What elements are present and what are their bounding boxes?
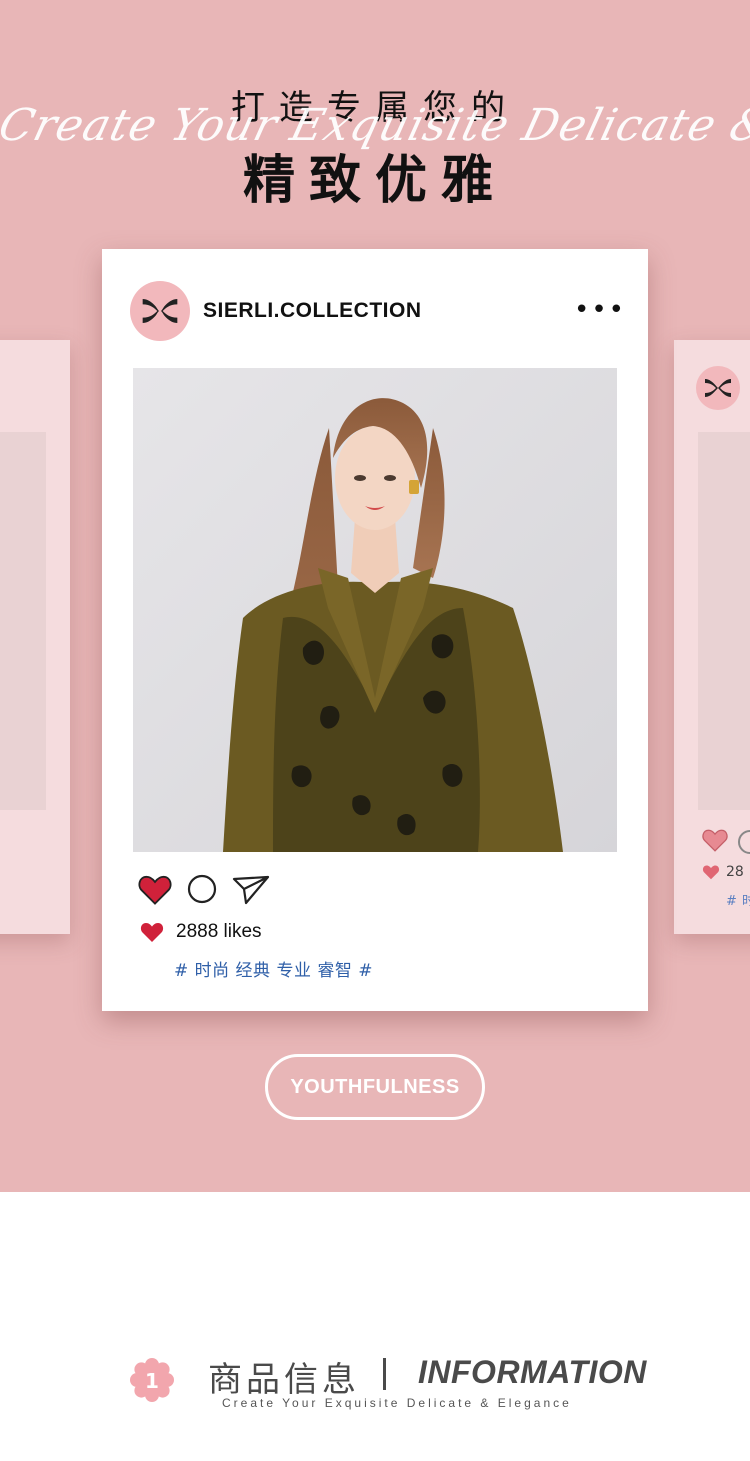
logo-icon	[142, 299, 178, 323]
send-icon[interactable]	[232, 873, 270, 905]
hero-section: 打造专属您的 Create Your Exquisite Delicate & …	[0, 0, 750, 1192]
headline-line-2: 精致优雅	[242, 151, 507, 211]
flower-badge-icon: 1	[130, 1358, 174, 1402]
side-post-tags: # 时	[726, 894, 750, 909]
heart-icon[interactable]	[138, 874, 172, 905]
avatar[interactable]	[130, 281, 190, 341]
info-subtitle: Create Your Exquisite Delicate & Eleganc…	[222, 1396, 572, 1410]
side-post-likes-count: 28	[726, 864, 744, 880]
info-title-cn: 商品信息	[208, 1360, 360, 1400]
side-post-likes: 28	[702, 864, 744, 880]
heart-icon	[140, 923, 164, 942]
comment-icon[interactable]	[186, 873, 218, 905]
info-title-en: INFORMATION	[418, 1354, 647, 1390]
post-handle[interactable]: SIERLI.COLLECTION	[203, 299, 422, 323]
post-tags[interactable]: # 时尚 经典 专业 睿智 #	[174, 956, 373, 981]
side-post-right-photo	[698, 432, 750, 810]
side-post-right[interactable]: 28 # 时	[674, 340, 750, 934]
side-post-left[interactable]	[0, 340, 70, 934]
likes-count: 2888 likes	[176, 921, 262, 942]
heart-icon	[702, 865, 720, 880]
side-post-left-photo	[0, 432, 46, 810]
badge-number: 1	[145, 1369, 159, 1393]
comment-icon[interactable]	[738, 830, 750, 854]
youthfulness-button[interactable]: YOUTHFULNESS	[265, 1054, 485, 1120]
post-actions	[138, 873, 270, 905]
more-icon[interactable]: •••	[574, 297, 626, 323]
heart-icon[interactable]	[702, 828, 728, 852]
logo-icon	[696, 366, 740, 410]
likes-row: 2888 likes	[140, 921, 262, 943]
post-card: SIERLI.COLLECTION ••• 2888 likes # 时尚 经典…	[102, 249, 648, 1011]
divider	[383, 1358, 386, 1390]
info-heading: 1 商品信息 INFORMATION Create Your Exquisite…	[0, 1340, 750, 1420]
post-photo	[133, 368, 617, 852]
